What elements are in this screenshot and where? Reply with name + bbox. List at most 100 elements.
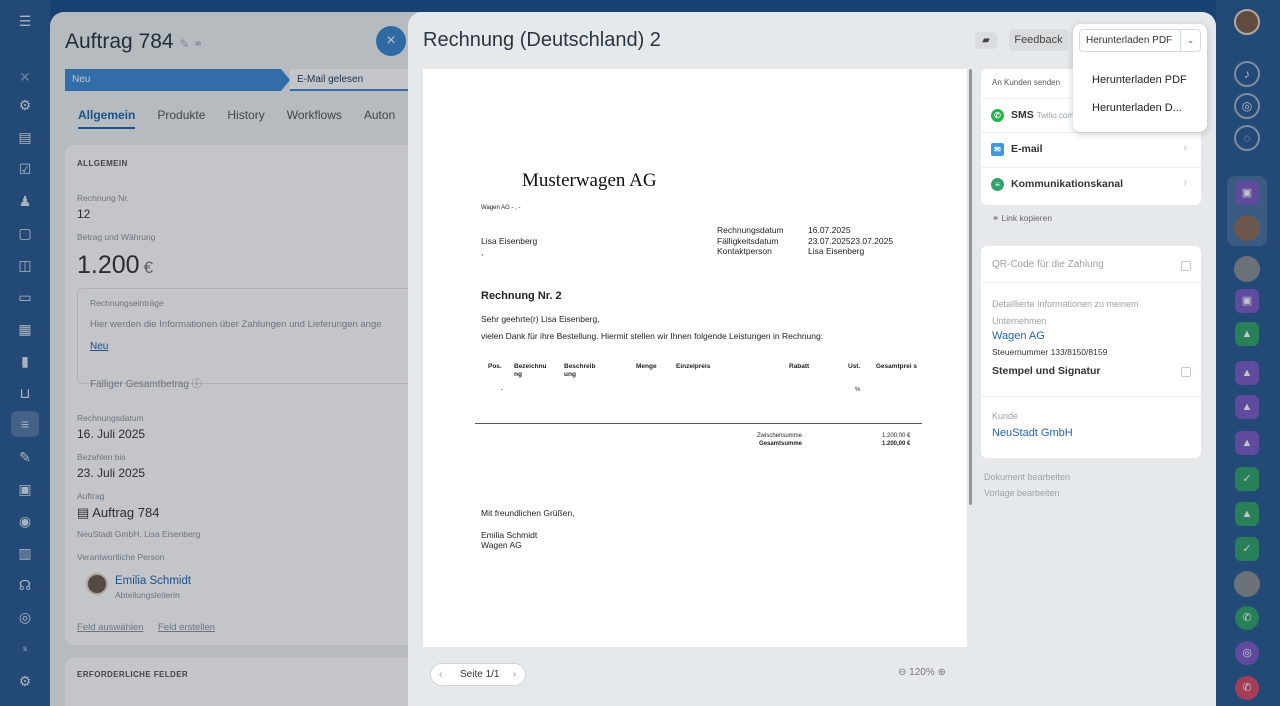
market-icon[interactable]: ◎ (13, 606, 37, 628)
document-preview: Musterwagen AG Wagen AG - , - Lisa Eisen… (423, 69, 967, 647)
invoice-date: 16. Juli 2025 (77, 427, 146, 441)
settings-icon[interactable]: ⚙ (13, 670, 37, 692)
edit-template-link[interactable]: Vorlage bearbeiten (984, 488, 1060, 498)
download-pdf-button[interactable]: Herunterladen PDF ⌄ (1079, 29, 1201, 52)
mail-icon: ✉ (991, 143, 1004, 156)
check-chip-icon[interactable]: ✓ (1235, 467, 1259, 491)
analytics-icon[interactable]: ▮ (13, 350, 37, 372)
customer-link[interactable]: NeuStadt GmbH (992, 427, 1073, 439)
sms-provider: Twilio.com (1036, 111, 1075, 120)
lock-chip-icon[interactable]: ▲ (1235, 431, 1259, 455)
doc-col-total: Gesamtprei s (875, 363, 917, 370)
invoice-date-label: Rechnungsdatum (77, 413, 144, 423)
contacts-icon[interactable]: ♟ (13, 190, 37, 212)
menu-download-docx[interactable]: Herunterladen D... (1092, 102, 1182, 114)
stage-new[interactable]: Neu (65, 69, 290, 91)
document-scrollbar[interactable] (969, 69, 972, 505)
doc-greeting: Sehr geehrte(r) Lisa Eisenberg, (481, 314, 600, 324)
doc-col-name: Bezeichnu ng (514, 363, 547, 378)
crm-filter-icon[interactable]: ≡ (11, 411, 39, 437)
doc-row-dash: - (501, 387, 503, 393)
edit-pencil-icon[interactable]: ✎ ⚭ (180, 37, 203, 51)
menu-icon[interactable]: ☰ (13, 10, 37, 32)
search-chat-icon[interactable]: ◌ (1234, 125, 1260, 151)
doc-total-value: 1.200,00 € (882, 441, 911, 447)
zoom-out-icon[interactable]: ⊖ (898, 667, 906, 678)
chat-chip-icon[interactable]: ▣ (1235, 181, 1259, 205)
hr-icon[interactable]: ▥ (13, 542, 37, 564)
doc-col-pos: Pos. (488, 363, 502, 370)
contact-avatar[interactable] (1234, 571, 1260, 597)
doc-divider (475, 423, 922, 424)
user-avatar[interactable] (1234, 9, 1260, 35)
chevron-down-icon[interactable]: ⌄ (1180, 30, 1200, 51)
lock-chip-icon[interactable]: ▲ (1235, 361, 1259, 385)
edit-document-link[interactable]: Dokument bearbeiten (984, 472, 1070, 482)
company-name-link[interactable]: Wagen AG (992, 330, 1045, 342)
doc-closing: Mit freundlichen Grüßen, (481, 508, 575, 518)
person-avatar[interactable] (86, 573, 108, 595)
zoom-level: 120% (909, 667, 935, 678)
phone-chip-icon[interactable]: ✆ (1235, 606, 1259, 630)
booking-icon[interactable]: ▣ (13, 478, 37, 500)
lock-chip-icon[interactable]: ▲ (1235, 395, 1259, 419)
check-chip-icon[interactable]: ✓ (1235, 537, 1259, 561)
send-email-row[interactable]: ✉ E-mail › (981, 132, 1201, 166)
sites-icon[interactable]: ▦ (13, 318, 37, 340)
field-select-link[interactable]: Feld auswählen (77, 622, 144, 633)
copy-link-button[interactable]: ⚭ Link kopieren (992, 213, 1052, 224)
lock-icon[interactable]: ◉ (13, 510, 37, 532)
order-link[interactable]: ▤ Auftrag 784 (77, 505, 159, 521)
document-icon: ▤ (77, 505, 90, 520)
pay-until: 23. Juli 2025 (77, 466, 146, 480)
tab-workflows[interactable]: Workflows (287, 108, 342, 129)
send-label: An Kunden senden (992, 78, 1061, 87)
doc-col-quantity: Menge (636, 363, 657, 370)
due-total-label: Fälliger Gesamtbetrag ⓘ (90, 379, 202, 390)
tab-general[interactable]: Allgemein (78, 108, 136, 129)
calendar-icon[interactable]: ▭ (13, 286, 37, 308)
robot-icon[interactable]: ☊ (13, 574, 37, 596)
contact-avatar[interactable] (1234, 215, 1260, 241)
status-icon[interactable]: s (13, 638, 37, 660)
field-create-link[interactable]: Feld erstellen (158, 622, 215, 633)
doc-col-vat: Ust. (848, 363, 861, 370)
section-general-heading: ALLGEMEIN (77, 159, 128, 168)
target-chip-icon[interactable]: ◎ (1235, 641, 1259, 665)
sign-icon[interactable]: ✎ (13, 446, 37, 468)
close-button[interactable]: × (376, 26, 406, 56)
doc-invoice-heading: Rechnung Nr. 2 (481, 290, 562, 302)
group-avatar[interactable] (1234, 256, 1260, 282)
new-entry-link[interactable]: Neu (90, 341, 108, 352)
deal-tabs: Allgemein Produkte History Workflows Aut… (78, 108, 395, 129)
stamp-checkbox[interactable] (1181, 367, 1191, 377)
person-name[interactable]: Emilia Schmidt (115, 575, 191, 587)
documents-icon[interactable]: ▢ (13, 222, 37, 244)
bell-icon[interactable]: ♪ (1234, 61, 1260, 87)
tab-products[interactable]: Produkte (157, 108, 205, 129)
feedback-button[interactable]: Feedback (1009, 29, 1068, 51)
call-chip-icon[interactable]: ✆ (1235, 676, 1259, 700)
chat-chip-icon[interactable]: ▣ (1235, 289, 1259, 313)
tasks-icon[interactable]: ▤ (13, 126, 37, 148)
next-page-icon[interactable]: › (513, 664, 516, 685)
lock-chip-icon[interactable]: ▲ (1235, 322, 1259, 346)
close-nav-icon[interactable]: ✕ (13, 66, 37, 88)
doc-intro: vielen Dank für ihre Bestellung. Hiermit… (481, 331, 824, 341)
feed-icon[interactable]: ⚙ (13, 94, 37, 116)
lock-chip-icon[interactable]: ▲ (1235, 502, 1259, 526)
checklist-icon[interactable]: ☑ (13, 158, 37, 180)
tab-history[interactable]: History (227, 108, 264, 129)
shop-icon[interactable]: ⊔ (13, 382, 37, 404)
menu-download-pdf[interactable]: Herunterladen PDF (1092, 74, 1187, 86)
chat-icon[interactable]: ◫ (13, 254, 37, 276)
zoom-in-icon[interactable]: ⊕ (938, 667, 946, 678)
tab-automation[interactable]: Auton (364, 108, 395, 129)
stage-email-read[interactable]: E-Mail gelesen (290, 69, 422, 91)
printer-icon[interactable]: ▰ (975, 32, 997, 49)
deal-panel: Auftrag 784 ✎ ⚭ × Neu E-Mail gelesen Allg… (50, 12, 422, 706)
target-icon[interactable]: ◎ (1234, 93, 1260, 119)
qr-code-checkbox[interactable] (1181, 261, 1191, 271)
send-channel-row[interactable]: ≡ Kommunikationskanal › (981, 167, 1201, 201)
prev-page-icon[interactable]: ‹ (439, 664, 442, 685)
